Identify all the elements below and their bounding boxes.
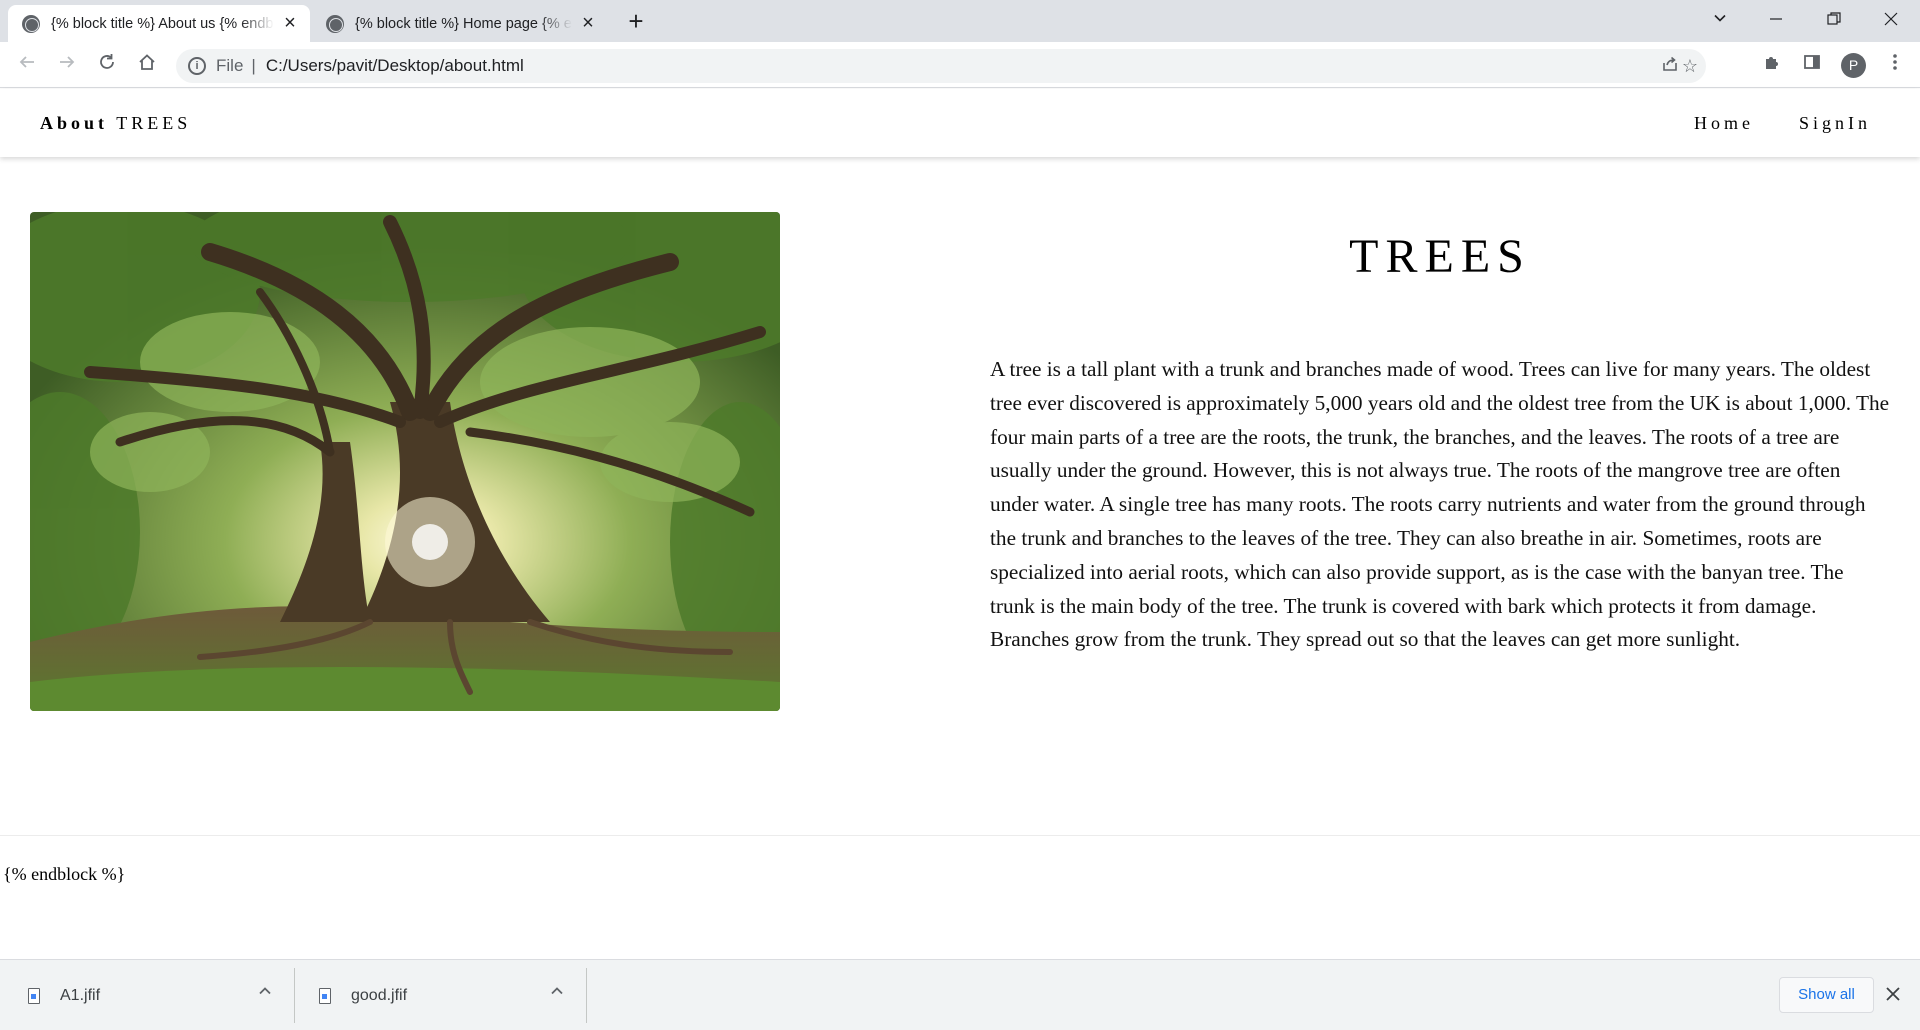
back-icon[interactable]: [11, 49, 43, 81]
nav-home-link[interactable]: Home: [1694, 113, 1754, 134]
nav-signin-link[interactable]: SignIn: [1799, 113, 1871, 134]
globe-icon: [22, 14, 40, 33]
address-bar[interactable]: i File | C:/Users/pavit/Desktop/about.ht…: [176, 49, 1706, 83]
chevron-up-icon[interactable]: [550, 984, 564, 1001]
tab-strip: {% block title %} About us {% endblock %…: [0, 0, 1920, 42]
plus-icon[interactable]: +: [620, 6, 652, 38]
page-heading: TREES: [1349, 230, 1531, 283]
download-divider: [586, 968, 587, 1023]
restore-icon[interactable]: [1806, 0, 1862, 42]
download-divider: [294, 968, 295, 1023]
download-filename: good.jfif: [351, 986, 408, 1004]
chevron-up-icon[interactable]: [258, 984, 272, 1001]
minimize-icon[interactable]: [1748, 0, 1804, 42]
tab-title: {% block title %} Home page {% endblock …: [355, 15, 572, 32]
download-filename: A1.jfif: [60, 986, 101, 1004]
footer-divider: [0, 835, 1920, 836]
scheme-separator: |: [251, 56, 256, 75]
close-icon[interactable]: ×: [578, 13, 598, 34]
template-endblock-text: {% endblock %}: [3, 864, 126, 884]
close-icon[interactable]: ×: [280, 13, 300, 34]
info-icon[interactable]: i: [188, 57, 206, 75]
download-item-good[interactable]: good.jfif: [319, 960, 569, 1030]
chevron-down-icon[interactable]: [1692, 0, 1748, 42]
forward-icon[interactable]: [51, 49, 83, 81]
scheme-label: File: [216, 56, 244, 75]
close-icon[interactable]: [1886, 982, 1900, 1006]
side-panel-icon[interactable]: [1796, 49, 1828, 81]
download-item-a1[interactable]: A1.jfif: [28, 960, 278, 1030]
download-bar: A1.jfif good.jfif Show all: [0, 959, 1920, 1030]
home-icon[interactable]: [131, 49, 163, 81]
tab-about-us[interactable]: {% block title %} About us {% endblock %…: [8, 5, 310, 42]
file-icon: [28, 987, 40, 1004]
tab-title: {% block title %} About us {% endblock %…: [51, 15, 274, 32]
tree-photo: [30, 212, 780, 711]
globe-icon: [326, 14, 344, 33]
about-paragraph: A tree is a tall plant with a trunk and …: [990, 357, 1890, 652]
file-icon: [319, 987, 331, 1004]
close-window-icon[interactable]: [1863, 0, 1919, 42]
more-menu-icon[interactable]: [1879, 49, 1911, 81]
site-brand[interactable]: About TREES: [40, 113, 191, 134]
web-page: About TREES Home SignIn TREES A tree is …: [0, 89, 1920, 959]
profile-avatar[interactable]: P: [1841, 53, 1866, 78]
extensions-icon[interactable]: [1756, 49, 1788, 81]
show-all-button[interactable]: Show all: [1779, 977, 1874, 1013]
star-icon[interactable]: ☆: [1678, 55, 1702, 79]
browser-toolbar: i File | C:/Users/pavit/Desktop/about.ht…: [0, 42, 1920, 88]
url-text[interactable]: C:/Users/pavit/Desktop/about.html: [266, 56, 524, 76]
site-navbar: About TREES Home SignIn: [0, 89, 1920, 157]
tab-home-page[interactable]: {% block title %} Home page {% endblock …: [312, 5, 608, 42]
reload-icon[interactable]: [91, 49, 123, 81]
brand-rest: TREES: [116, 113, 192, 133]
brand-bold: About: [40, 113, 109, 133]
